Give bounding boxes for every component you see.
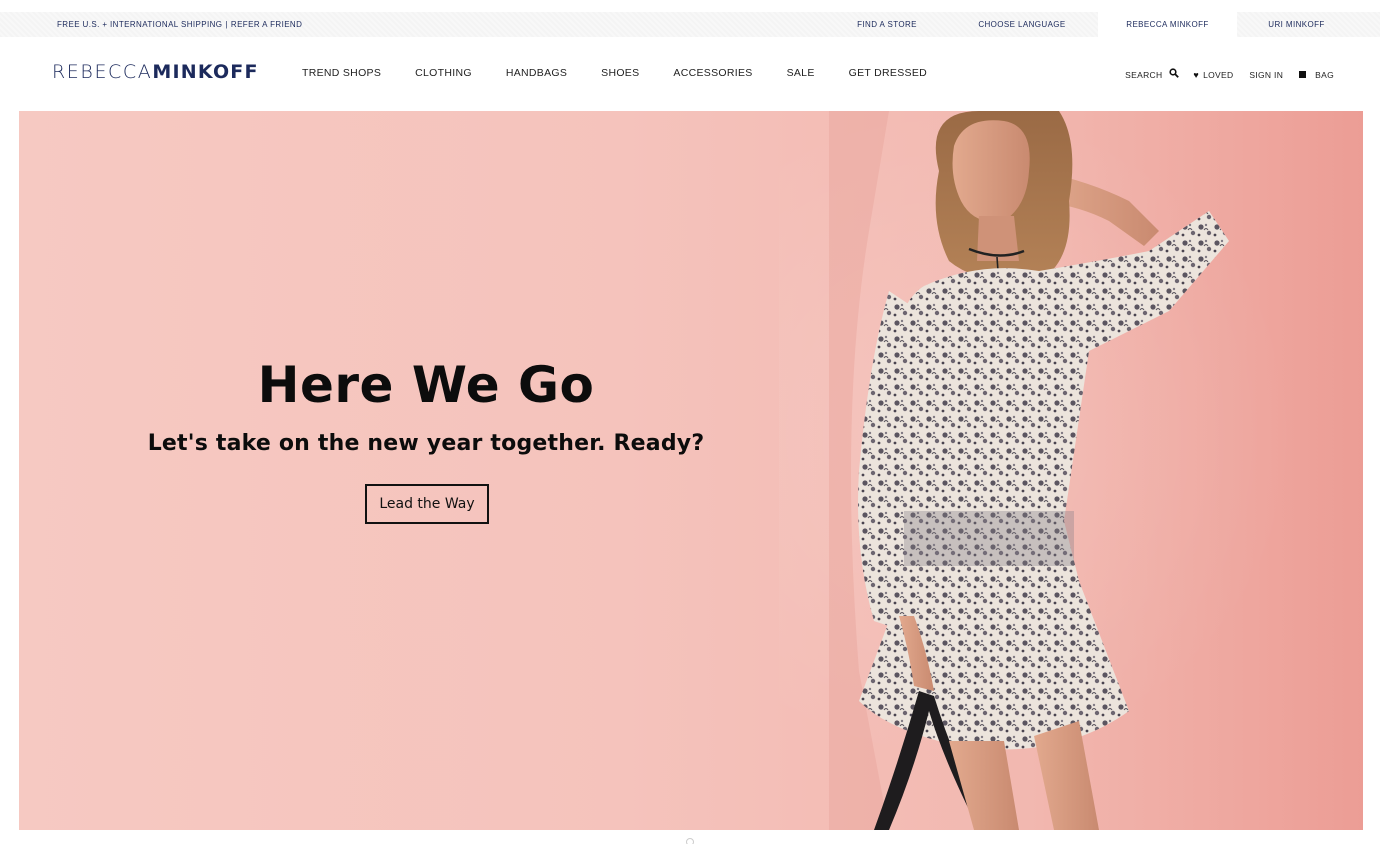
bag-icon	[1299, 71, 1307, 78]
sign-in-link[interactable]: SIGN IN	[1249, 70, 1283, 80]
loved-button[interactable]: ♥ LOVED	[1193, 70, 1233, 80]
utility-bar: FREE U.S. + INTERNATIONAL SHIPPING | REFER…	[0, 12, 1380, 37]
promo-shipping-link[interactable]: FREE U.S. + INTERNATIONAL SHIPPING	[57, 20, 222, 29]
promo-separator: |	[225, 20, 228, 29]
lead-the-way-button[interactable]: Lead the Way	[365, 484, 489, 524]
brand-tab-uri-minkoff[interactable]: URI MINKOFF	[1237, 12, 1356, 37]
bag-button[interactable]: BAG	[1299, 70, 1334, 80]
nav-trend-shops[interactable]: TREND SHOPS	[302, 67, 381, 79]
search-icon	[1169, 68, 1180, 81]
hero-model-image	[829, 111, 1229, 830]
nav-shoes[interactable]: SHOES	[601, 67, 639, 79]
carousel-dot[interactable]	[686, 838, 694, 844]
hero-subheadline: Let's take on the new year together. Rea…	[147, 431, 705, 456]
hero-banner[interactable]: Here We Go Let's take on the new year to…	[19, 111, 1363, 830]
bag-label: BAG	[1315, 69, 1334, 80]
loved-label: LOVED	[1203, 69, 1234, 80]
logo-part-rebecca: REBECCA	[52, 61, 153, 83]
find-store-link[interactable]: FIND A STORE	[845, 12, 929, 37]
brand-tab-rebecca-minkoff[interactable]: REBECCA MINKOFF	[1098, 12, 1237, 37]
nav-accessories[interactable]: ACCESSORIES	[673, 67, 752, 79]
promo-banner: FREE U.S. + INTERNATIONAL SHIPPING | REFER…	[57, 12, 302, 37]
heart-icon: ♥	[1193, 69, 1200, 80]
search-button[interactable]: SEARCH	[1125, 68, 1180, 81]
refer-friend-link[interactable]: REFER A FRIEND	[231, 20, 302, 29]
header-utilities: SEARCH ♥ LOVED SIGN IN BAG	[1109, 68, 1334, 81]
choose-language-link[interactable]: CHOOSE LANGUAGE	[968, 12, 1076, 37]
logo-part-minkoff: MINKOFF	[152, 61, 259, 83]
brand-logo[interactable]: REBECCAMINKOFF	[52, 61, 259, 83]
main-nav: TREND SHOPS CLOTHING HANDBAGS SHOES ACCE…	[302, 67, 961, 79]
nav-clothing[interactable]: CLOTHING	[415, 67, 472, 79]
site-header: REBECCAMINKOFF TREND SHOPS CLOTHING HAND…	[0, 37, 1380, 111]
nav-sale[interactable]: SALE	[787, 67, 815, 79]
nav-handbags[interactable]: HANDBAGS	[506, 67, 567, 79]
hero-headline: Here We Go	[257, 356, 595, 414]
nav-get-dressed[interactable]: GET DRESSED	[849, 67, 927, 79]
search-label: SEARCH	[1125, 69, 1163, 80]
